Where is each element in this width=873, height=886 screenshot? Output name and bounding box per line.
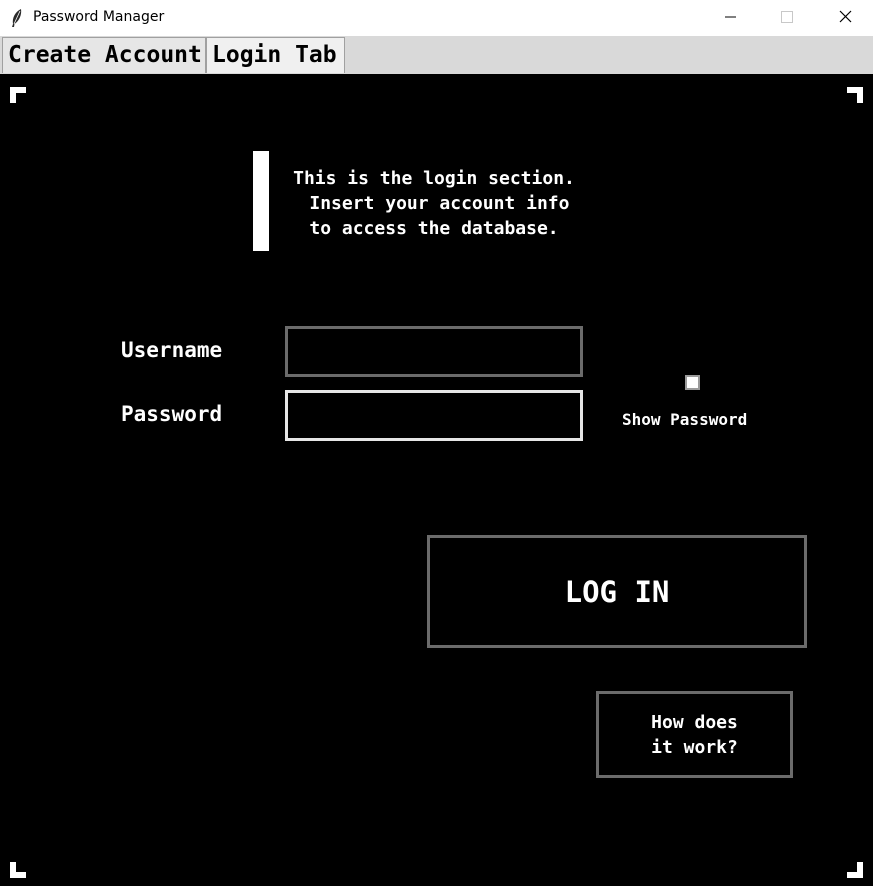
- help-button-label: How does it work?: [651, 711, 738, 758]
- username-label: Username: [121, 338, 223, 362]
- minimize-button[interactable]: [707, 0, 753, 34]
- login-info-text: This is the login section. Insert your a…: [293, 168, 575, 239]
- window-title: Password Manager: [33, 9, 165, 25]
- tab-create-account[interactable]: Create Account: [2, 37, 206, 73]
- app-window: Password Manager Create Account Login Ta…: [0, 0, 873, 886]
- password-label: Password: [121, 402, 223, 426]
- minimize-icon: [725, 16, 736, 18]
- maximize-icon: [781, 11, 793, 23]
- corner-top-right-icon: [847, 87, 863, 103]
- login-button[interactable]: LOG IN: [427, 535, 807, 648]
- corner-bottom-left-icon: [10, 862, 26, 878]
- info-accent-bar: [253, 151, 269, 251]
- login-button-label: LOG IN: [564, 574, 670, 609]
- show-password-label[interactable]: Show Password: [622, 410, 747, 429]
- close-icon: [839, 10, 852, 23]
- username-input[interactable]: [285, 326, 583, 377]
- tab-login[interactable]: Login Tab: [206, 37, 345, 73]
- corner-bottom-right-icon: [847, 862, 863, 878]
- feather-icon: [12, 9, 22, 27]
- title-bar: Password Manager: [0, 0, 873, 36]
- maximize-button[interactable]: [764, 0, 810, 34]
- close-button[interactable]: [822, 0, 868, 34]
- how-does-it-work-button[interactable]: How does it work?: [596, 691, 793, 778]
- show-password-checkbox[interactable]: [685, 375, 700, 390]
- tab-bar: Create Account Login Tab: [0, 36, 873, 74]
- corner-top-left-icon: [10, 87, 26, 103]
- password-input[interactable]: [285, 390, 583, 441]
